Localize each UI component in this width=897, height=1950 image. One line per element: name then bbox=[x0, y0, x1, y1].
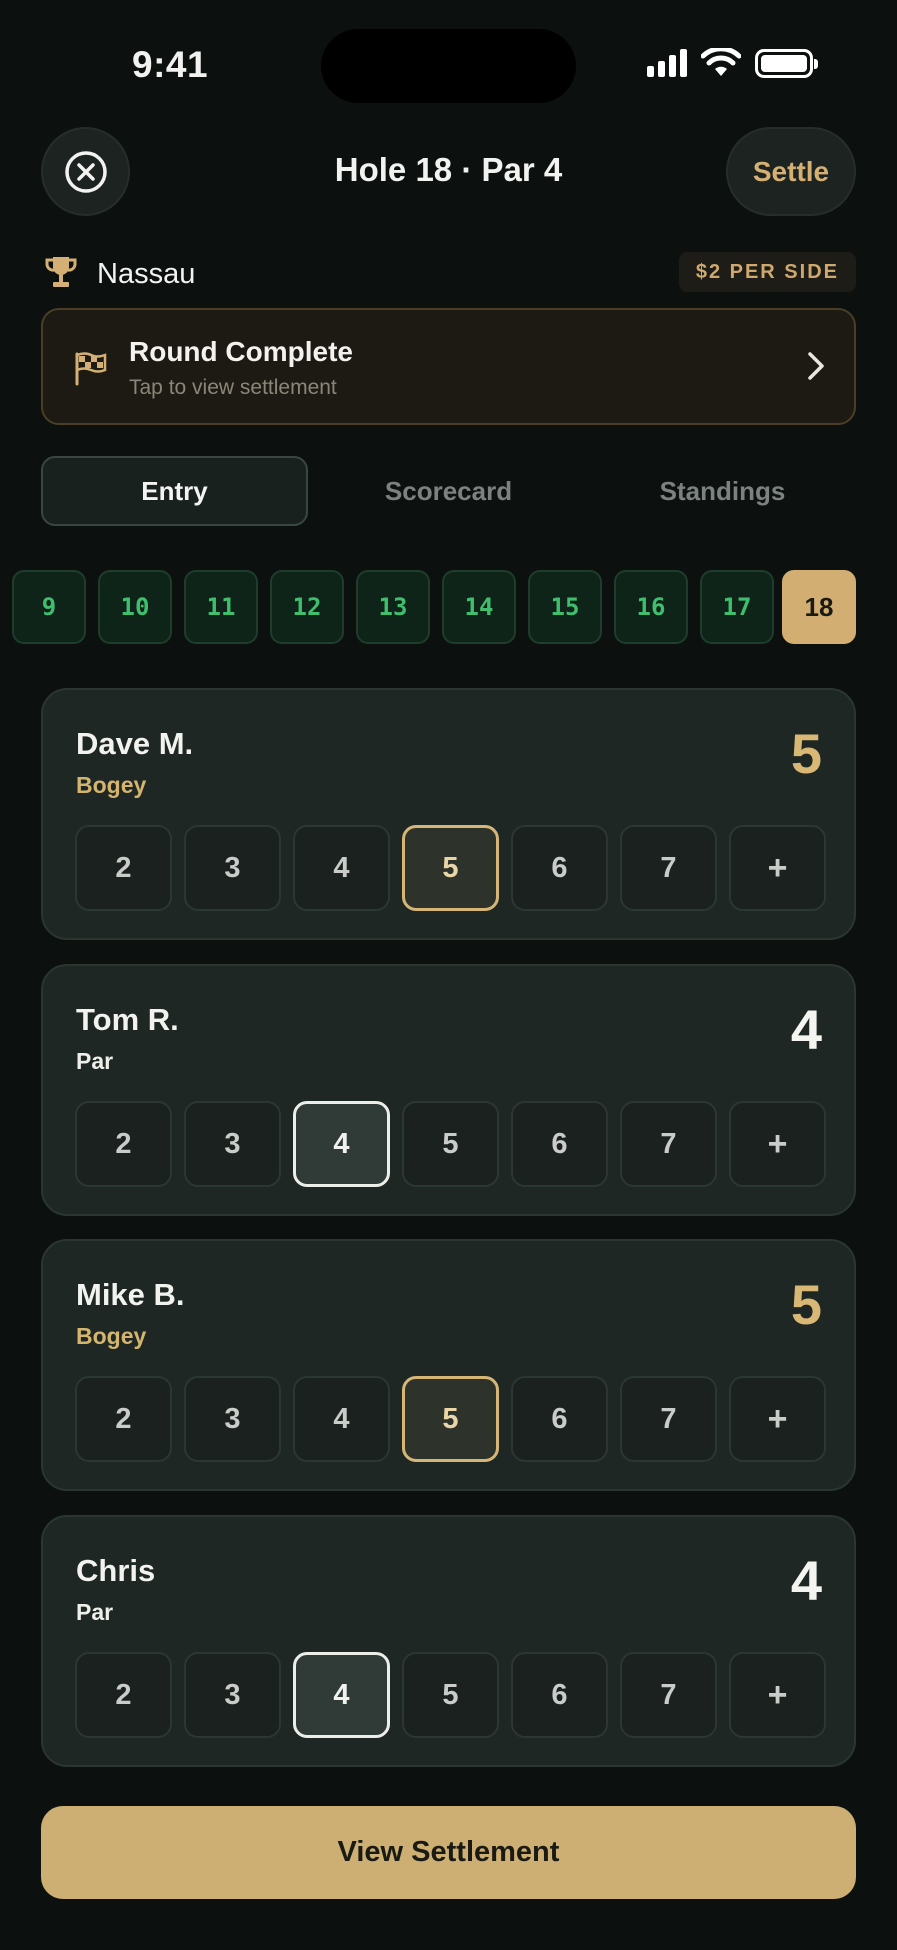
banner-title: Round Complete bbox=[129, 336, 353, 367]
player-name: Dave M. bbox=[76, 726, 194, 761]
score-option-2[interactable]: 2 bbox=[75, 1101, 172, 1187]
battery-icon bbox=[755, 48, 818, 78]
score-option-2[interactable]: 2 bbox=[75, 1652, 172, 1738]
dynamic-island bbox=[321, 29, 576, 103]
status-time: 9:41 bbox=[132, 44, 209, 85]
header: Hole 18 · Par 4 Settle bbox=[41, 127, 856, 217]
score-options: 2 3 4 5 6 7 + bbox=[75, 1376, 826, 1462]
player-result: Par bbox=[76, 1048, 114, 1074]
score-option-3[interactable]: 3 bbox=[184, 1652, 281, 1738]
score-more-button[interactable]: + bbox=[729, 1101, 826, 1187]
stake-badge: $2 PER SIDE bbox=[678, 252, 856, 292]
hole-button-9[interactable]: 9 bbox=[12, 570, 86, 644]
player-score: 4 bbox=[790, 998, 822, 1061]
status-bar: 9:41 bbox=[0, 0, 897, 128]
cellular-signal-icon bbox=[647, 49, 687, 77]
player-name: Tom R. bbox=[76, 1002, 179, 1037]
wifi-icon bbox=[701, 48, 741, 76]
tab-entry[interactable]: Entry bbox=[41, 456, 309, 526]
hole-button-13[interactable]: 13 bbox=[356, 570, 430, 644]
round-complete-banner[interactable]: Round Complete Tap to view settlement bbox=[41, 308, 856, 425]
player-result: Bogey bbox=[76, 772, 147, 798]
hole-button-10[interactable]: 10 bbox=[98, 570, 172, 644]
player-name: Mike B. bbox=[76, 1277, 185, 1312]
hole-button-16[interactable]: 16 bbox=[614, 570, 688, 644]
hole-selector: 9 10 11 12 13 14 15 16 17 18 bbox=[12, 570, 897, 644]
game-name: Nassau bbox=[97, 258, 196, 290]
score-option-4-selected[interactable]: 4 bbox=[293, 1101, 390, 1187]
player-card: Tom R. Par 4 2 3 4 5 6 7 + bbox=[41, 964, 856, 1216]
hole-button-17[interactable]: 17 bbox=[700, 570, 774, 644]
score-option-7[interactable]: 7 bbox=[620, 825, 717, 911]
view-settlement-button[interactable]: View Settlement bbox=[41, 1806, 856, 1899]
tab-bar: Entry Scorecard Standings bbox=[41, 456, 856, 526]
score-option-2[interactable]: 2 bbox=[75, 825, 172, 911]
score-option-7[interactable]: 7 bbox=[620, 1101, 717, 1187]
score-option-4[interactable]: 4 bbox=[293, 825, 390, 911]
score-option-3[interactable]: 3 bbox=[184, 1376, 281, 1462]
score-option-5[interactable]: 5 bbox=[402, 1652, 499, 1738]
score-more-button[interactable]: + bbox=[729, 825, 826, 911]
trophy-icon bbox=[45, 257, 77, 287]
tab-standings[interactable]: Standings bbox=[589, 456, 856, 526]
tab-scorecard[interactable]: Scorecard bbox=[315, 456, 582, 526]
player-name: Chris bbox=[76, 1553, 156, 1588]
score-option-4-selected[interactable]: 4 bbox=[293, 1652, 390, 1738]
player-score: 4 bbox=[790, 1549, 822, 1612]
score-option-5[interactable]: 5 bbox=[402, 1101, 499, 1187]
status-icons bbox=[647, 48, 818, 78]
score-option-3[interactable]: 3 bbox=[184, 1101, 281, 1187]
hole-button-15[interactable]: 15 bbox=[528, 570, 602, 644]
score-option-2[interactable]: 2 bbox=[75, 1376, 172, 1462]
chevron-right-icon bbox=[808, 352, 824, 380]
game-row: Nassau $2 PER SIDE bbox=[41, 252, 856, 294]
player-score: 5 bbox=[790, 1273, 822, 1336]
score-option-6[interactable]: 6 bbox=[511, 1101, 608, 1187]
score-option-5-selected[interactable]: 5 bbox=[402, 825, 499, 911]
score-option-7[interactable]: 7 bbox=[620, 1376, 717, 1462]
player-card: Mike B. Bogey 5 2 3 4 5 6 7 + bbox=[41, 1239, 856, 1491]
score-option-5-selected[interactable]: 5 bbox=[402, 1376, 499, 1462]
score-options: 2 3 4 5 6 7 + bbox=[75, 825, 826, 911]
hole-button-11[interactable]: 11 bbox=[184, 570, 258, 644]
player-card: Dave M. Bogey 5 2 3 4 5 6 7 + bbox=[41, 688, 856, 940]
score-more-button[interactable]: + bbox=[729, 1652, 826, 1738]
score-option-4[interactable]: 4 bbox=[293, 1376, 390, 1462]
score-options: 2 3 4 5 6 7 + bbox=[75, 1101, 826, 1187]
player-result: Bogey bbox=[76, 1323, 147, 1349]
hole-button-12[interactable]: 12 bbox=[270, 570, 344, 644]
score-option-6[interactable]: 6 bbox=[511, 825, 608, 911]
screen: 9:41 Hole 18 · Par 4 Settle Nassau $2 PE… bbox=[0, 0, 897, 1950]
hole-button-18-current[interactable]: 18 bbox=[782, 570, 856, 644]
score-option-3[interactable]: 3 bbox=[184, 825, 281, 911]
player-result: Par bbox=[76, 1599, 114, 1625]
player-score: 5 bbox=[790, 722, 822, 785]
score-more-button[interactable]: + bbox=[729, 1376, 826, 1462]
settle-button[interactable]: Settle bbox=[726, 127, 856, 216]
player-card: Chris Par 4 2 3 4 5 6 7 + bbox=[41, 1515, 856, 1767]
score-option-6[interactable]: 6 bbox=[511, 1376, 608, 1462]
score-options: 2 3 4 5 6 7 + bbox=[75, 1652, 826, 1738]
banner-subtitle: Tap to view settlement bbox=[129, 376, 337, 399]
hole-button-14[interactable]: 14 bbox=[442, 570, 516, 644]
score-option-6[interactable]: 6 bbox=[511, 1652, 608, 1738]
checkered-flag-icon bbox=[75, 352, 107, 386]
score-option-7[interactable]: 7 bbox=[620, 1652, 717, 1738]
